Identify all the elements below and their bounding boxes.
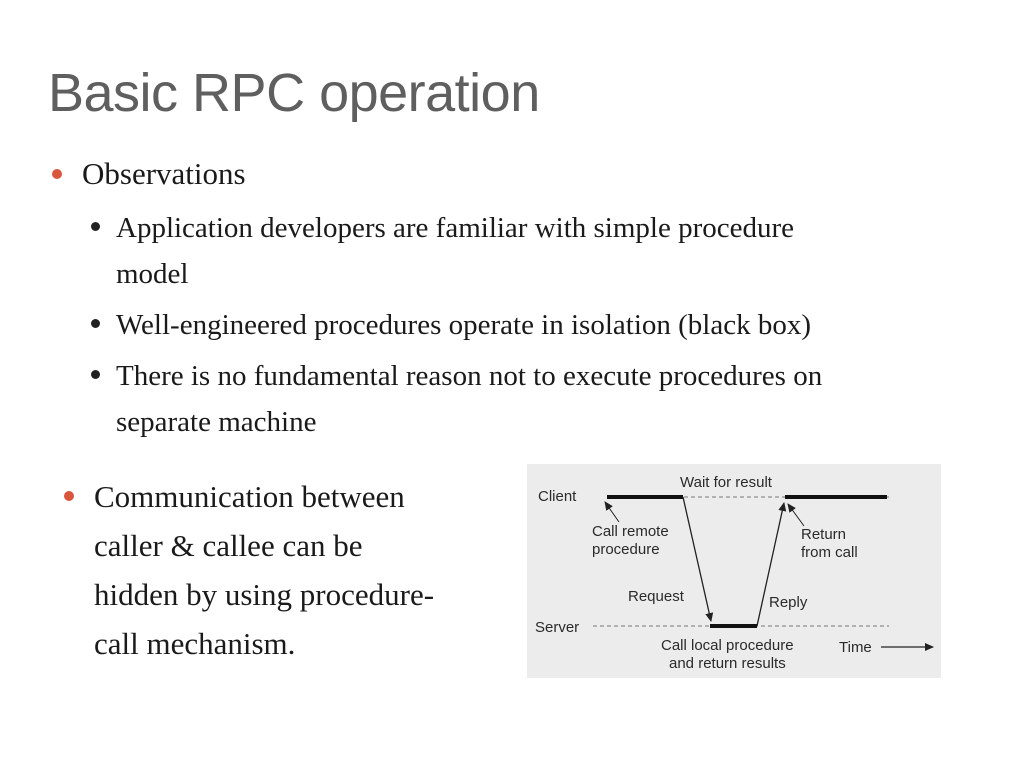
bullet-dot-icon bbox=[52, 169, 62, 179]
bullet-dot-icon bbox=[64, 491, 74, 501]
call-remote-pointer bbox=[604, 501, 620, 523]
return-pointer bbox=[787, 503, 805, 527]
rpc-diagram-svg: Client Server Wait for result Call remot… bbox=[535, 474, 934, 672]
bullet-text-continued: call mechanism. bbox=[94, 626, 296, 661]
bullet-text-continued: hidden by using procedure- bbox=[94, 577, 435, 612]
bullet-observations: Observations bbox=[52, 151, 246, 197]
bullet-text: Well-engineered procedures operate in is… bbox=[116, 309, 811, 341]
return-label-2: from call bbox=[801, 544, 858, 561]
bullet-dot-icon bbox=[91, 370, 100, 379]
slide-title: Basic RPC operation bbox=[48, 63, 540, 123]
server-label: Server bbox=[535, 619, 579, 636]
bullet-dot-icon bbox=[91, 222, 100, 231]
reply-label: Reply bbox=[769, 594, 808, 611]
sub-bullet-black-box: Well-engineered procedures operate in is… bbox=[91, 302, 976, 348]
bullet-text: There is no fundamental reason not to ex… bbox=[116, 360, 823, 392]
sub-bullet-developers: Application developers are familiar with… bbox=[91, 205, 976, 297]
request-label: Request bbox=[628, 588, 685, 605]
call-remote-label-2: procedure bbox=[592, 541, 660, 558]
bullet-communication: Communication between caller & callee ca… bbox=[64, 472, 435, 668]
bullet-text-continued: separate machine bbox=[116, 406, 317, 438]
bullet-text: Communication between bbox=[94, 479, 405, 514]
request-arrow bbox=[682, 496, 714, 622]
call-local-label: Call local procedure bbox=[661, 637, 794, 654]
bullet-text-continued: model bbox=[116, 258, 189, 290]
sub-bullet-separate-machine: There is no fundamental reason not to ex… bbox=[91, 353, 976, 445]
rpc-diagram: Client Server Wait for result Call remot… bbox=[527, 464, 941, 678]
time-label: Time bbox=[839, 639, 872, 656]
bullet-text-continued: caller & callee can be bbox=[94, 528, 363, 563]
client-label: Client bbox=[538, 488, 577, 505]
bullet-dot-icon bbox=[91, 319, 100, 328]
bullet-text: Observations bbox=[82, 156, 246, 191]
return-label: Return bbox=[801, 526, 846, 543]
bullet-text: Application developers are familiar with… bbox=[116, 212, 795, 244]
wait-label: Wait for result bbox=[680, 474, 773, 491]
call-remote-label: Call remote bbox=[592, 523, 669, 540]
call-local-label-2: and return results bbox=[669, 655, 786, 672]
